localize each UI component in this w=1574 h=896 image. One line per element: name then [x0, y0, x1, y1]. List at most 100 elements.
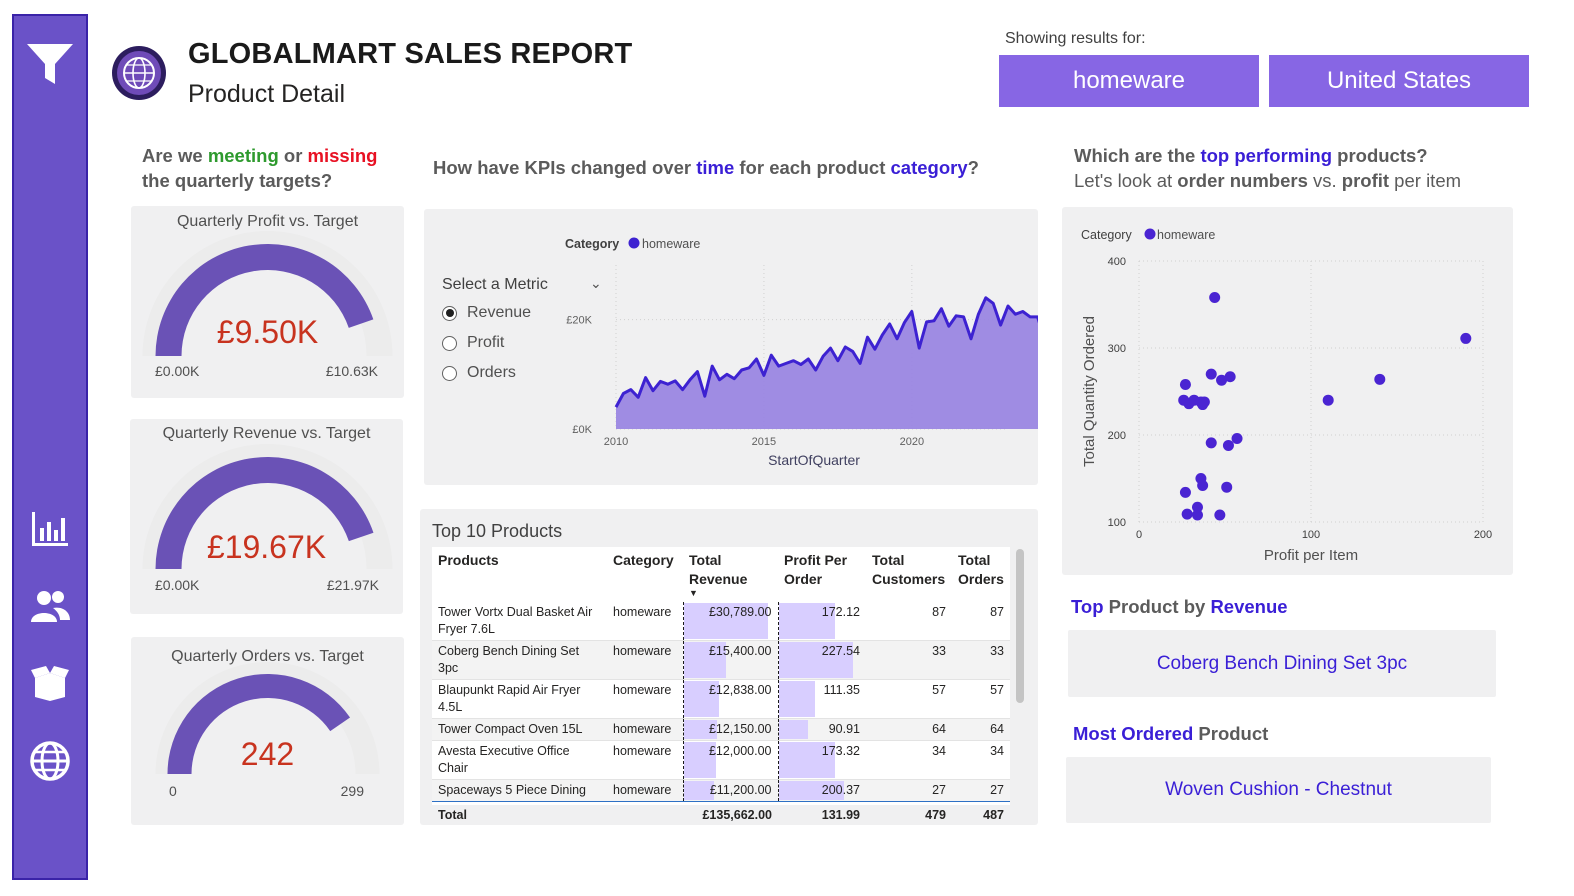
bar-chart-icon[interactable]: [14, 510, 86, 548]
top-products-table-card: Top 10 Products Products Category Total …: [420, 509, 1038, 826]
legend-marker: [628, 237, 640, 249]
cell-category: homeware: [613, 605, 672, 619]
most-ordered-heading: Most Ordered Product: [1073, 723, 1269, 744]
legend-marker: [1144, 228, 1156, 240]
legend-entry: homeware: [1157, 228, 1215, 242]
cell-orders: 33: [952, 640, 1010, 680]
total-revenue: £135,662.00: [683, 801, 778, 826]
kpi-line-chart: Category homeware £0K £20K 2010 2015 2020 Start…: [565, 237, 1038, 468]
cell-revenue: £15,400.00: [682, 640, 778, 680]
country-filter-chip[interactable]: United States: [1269, 55, 1529, 107]
x-tick-label: 2015: [752, 436, 776, 448]
col-profit-per-order[interactable]: Profit Per Order: [778, 547, 866, 602]
report-title: GLOBALMART SALES REPORT: [188, 38, 633, 70]
top-products-table: Products Category Total Revenue ▼ Profit …: [432, 547, 1010, 826]
cell-customers: 87: [932, 605, 946, 619]
filter-icon[interactable]: [14, 42, 86, 88]
cell-revenue: £12,838.00: [682, 679, 778, 719]
x-tick-label: 100: [1302, 529, 1320, 541]
cell-orders: 64: [952, 718, 1010, 741]
scatter-point: [1221, 481, 1233, 493]
x-axis-label: Profit per Item: [1264, 547, 1358, 564]
x-tick-label: 200: [1474, 529, 1492, 541]
scatter-point: [1191, 509, 1203, 521]
cell-profit-per-order: 173.32: [777, 740, 866, 780]
y-axis-label: Total Quantity Ordered: [1081, 316, 1098, 467]
col-category[interactable]: Category: [607, 547, 683, 602]
ppo-databar: [778, 681, 815, 717]
cell-customers: 33: [866, 640, 952, 680]
table-row[interactable]: Tower Compact Oven 15L homeware £12,150.00…: [432, 718, 1010, 741]
table-row[interactable]: Coberg Bench Dining Set 3pc homeware £15,4…: [432, 640, 1010, 680]
people-icon[interactable]: [14, 588, 86, 624]
cell-profit-per-order: 227.54: [777, 640, 866, 680]
scatter-point: [1460, 332, 1472, 344]
sort-desc-icon: ▼: [689, 588, 698, 598]
scatter-point: [1231, 432, 1243, 444]
cell-orders: 87: [990, 605, 1004, 619]
cell-revenue: £30,789.00: [682, 602, 778, 641]
ppo-databar: [778, 720, 809, 739]
total-orders: 487: [952, 801, 1010, 826]
table-title: Top 10 Products: [432, 521, 563, 541]
x-tick-label: 2020: [900, 436, 924, 448]
gauge-min: £0.00K: [155, 577, 200, 593]
col-total-customers[interactable]: Total Customers: [866, 547, 952, 602]
cell-product: Coberg Bench Dining Set 3pc: [432, 640, 607, 680]
legend-entry: homeware: [642, 237, 700, 251]
scatter-point: [1179, 379, 1191, 391]
x-tick-label: 2010: [604, 436, 628, 448]
revenue-gauge-card: Quarterly Revenue vs. Target £19.67K £0.…: [130, 419, 403, 614]
x-tick-label: 0: [1136, 529, 1142, 541]
y-tick-label: 200: [1108, 430, 1126, 442]
targets-heading: Are we meeting or missing the quarterly t…: [142, 145, 378, 191]
cell-product: Tower Vortx Dual Basket Air Fryer 7.6L: [438, 605, 593, 636]
gauge-value: £9.50K: [216, 314, 319, 350]
cell-customers: 57: [932, 683, 946, 697]
col-total-revenue[interactable]: Total Revenue ▼: [683, 547, 778, 602]
scatter-point: [1205, 368, 1217, 380]
cell-profit-per-order: 200.37: [777, 779, 866, 802]
y-tick-label: £0K: [572, 424, 592, 436]
profit-gauge-card: Quarterly Profit vs. Target £9.50K £0.00…: [131, 206, 404, 398]
cell-orders: 57: [990, 683, 1004, 697]
y-tick-label: £20K: [566, 315, 592, 327]
globe-icon[interactable]: [14, 740, 86, 782]
cell-product: Spaceways 5 Piece Dining: [432, 779, 607, 802]
gauge-value: £19.67K: [206, 529, 327, 565]
table-header-row: Products Category Total Revenue ▼ Profit …: [432, 547, 1010, 602]
scatter-point: [1374, 373, 1386, 385]
cell-category: homeware: [607, 640, 683, 680]
cell-product: Avesta Executive Office Chair: [438, 744, 570, 775]
orders-gauge-card: Quarterly Orders vs. Target 242 0 299: [131, 637, 404, 825]
table-row[interactable]: Spaceways 5 Piece Dining homeware £11,200.…: [432, 779, 1010, 802]
table-row[interactable]: Tower Vortx Dual Basket Air Fryer 7.6L ho…: [432, 602, 1010, 641]
gauge-min: 0: [169, 783, 177, 799]
box-icon[interactable]: [14, 664, 86, 702]
category-filter-chip[interactable]: homeware: [999, 55, 1259, 107]
table-row[interactable]: Avesta Executive Office Chair homeware £12…: [432, 740, 1010, 780]
scatter-point: [1183, 398, 1195, 410]
cell-orders: 34: [990, 744, 1004, 758]
cell-category: homeware: [607, 718, 683, 741]
scatter-point: [1209, 292, 1221, 304]
table-row[interactable]: Blaupunkt Rapid Air Fryer 4.5L homeware £1…: [432, 679, 1010, 719]
showing-results-label: Showing results for:: [1005, 30, 1146, 47]
cell-profit-per-order: 111.35: [777, 679, 866, 719]
scatter-point: [1197, 399, 1209, 411]
col-products[interactable]: Products: [432, 547, 607, 602]
gauge-max: £21.97K: [326, 577, 379, 593]
cell-customers: 34: [932, 744, 946, 758]
total-ppo: 131.99: [778, 801, 866, 826]
y-tick-label: 100: [1108, 517, 1126, 529]
scatter-point: [1181, 508, 1193, 520]
legend-title: Category: [1081, 228, 1132, 242]
total-category-empty: [607, 801, 683, 826]
cell-category: homeware: [607, 779, 683, 802]
table-container: Products Category Total Revenue ▼ Profit …: [432, 547, 1010, 826]
col-total-orders[interactable]: Total Orders: [952, 547, 1010, 602]
kpi-heading: How have KPIs changed over time for each…: [433, 157, 979, 178]
table-scrollbar[interactable]: [1016, 549, 1024, 703]
scatter-point: [1205, 437, 1217, 449]
total-label: Total: [432, 801, 607, 826]
